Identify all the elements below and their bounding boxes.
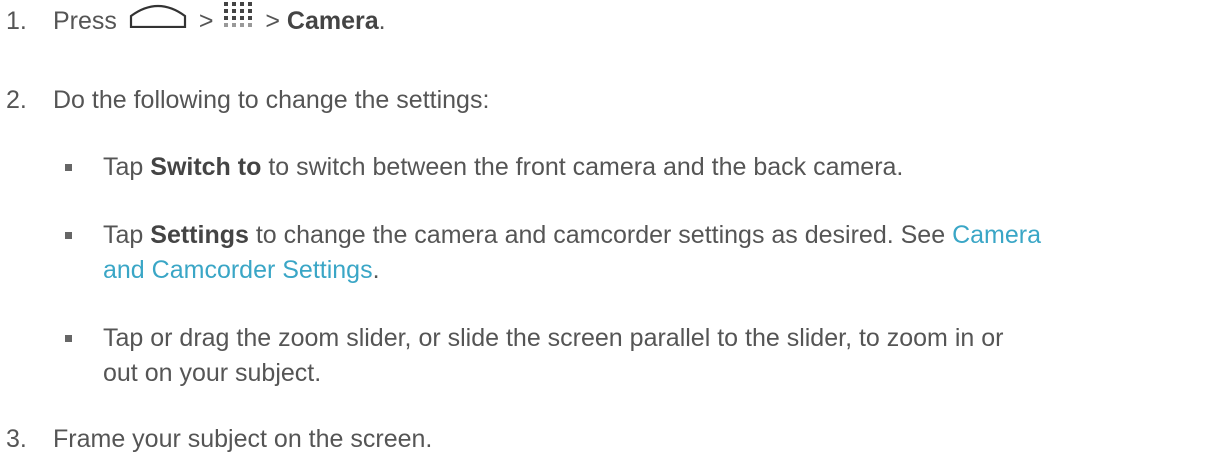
step-2-text: Do the following to change the settings: (53, 86, 490, 114)
apps-grid-icon (224, 0, 254, 38)
step-1-number: 1. (6, 7, 27, 35)
step-1-sep-1: > (198, 7, 214, 35)
bullet-2-post: to change the camera and camcorder setti… (248, 221, 953, 249)
camera-app-label: Camera (286, 7, 379, 35)
step-3-number: 3. (6, 425, 27, 453)
bullet-3-line-1: Tap or drag the zoom slider, or slide th… (103, 324, 1004, 352)
bullet-marker (65, 232, 72, 239)
bullet-2-end: . (372, 256, 380, 284)
bullet-2-line-2: and Camcorder Settings. (103, 253, 1193, 288)
bullet-2-line-1: Tap Settings to change the camera and ca… (103, 218, 1193, 253)
step-1-end: . (378, 7, 386, 35)
bullet-1-post: to switch between the front camera and t… (261, 153, 904, 181)
camera-settings-link[interactable]: and Camcorder Settings (103, 256, 373, 284)
step-1-text: Press > > Camera. (53, 2, 386, 39)
bullet-1-text: Tap Switch to to switch between the fron… (103, 150, 1193, 185)
instruction-page: { "steps": [ { "number": "1.", "press": … (0, 0, 1210, 455)
step-3-text: Frame your subject on the screen. (53, 425, 433, 453)
bullet-3-line-2: out on your subject. (103, 359, 322, 387)
home-icon (128, 0, 188, 38)
settings-label: Settings (150, 221, 249, 249)
bullet-1-pre: Tap (103, 153, 151, 181)
camera-settings-link[interactable]: Camera (952, 221, 1041, 249)
step-1-sep-2: > (265, 7, 280, 35)
bullet-2-pre: Tap (103, 221, 151, 249)
bullet-marker (65, 335, 72, 342)
bullet-marker (65, 164, 72, 171)
step-2-number: 2. (6, 86, 27, 114)
step-1-press: Press (53, 7, 117, 35)
switch-to-label: Switch to (150, 153, 262, 181)
